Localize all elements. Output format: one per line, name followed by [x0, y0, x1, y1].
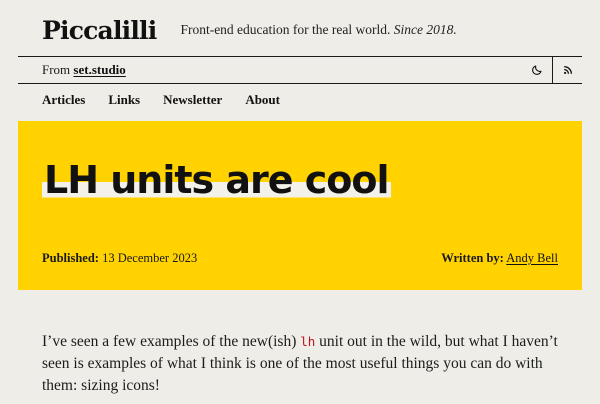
author-label: Written by: [441, 251, 504, 265]
rss-icon [563, 66, 572, 74]
nav-about[interactable]: About [245, 92, 280, 108]
masthead: Piccalilli Front-end education for the r… [42, 14, 582, 46]
published-meta: Published: 13 December 2023 [42, 251, 197, 266]
utility-strip: From set.studio [18, 56, 582, 84]
article-title: LH units are cool [42, 158, 391, 202]
published-date: 13 December 2023 [102, 251, 198, 265]
from-prefix: From [42, 62, 71, 77]
site-tagline: Front-end education for the real world. … [180, 22, 456, 38]
theme-toggle-button[interactable] [522, 56, 552, 84]
from-credit: From set.studio [42, 62, 126, 78]
site-logo[interactable]: Piccalilli [42, 16, 157, 45]
tagline-since: Since 2018. [393, 22, 457, 37]
nav-links[interactable]: Links [108, 92, 140, 108]
published-label: Published: [42, 251, 99, 265]
rss-button[interactable] [552, 56, 582, 84]
set-studio-link[interactable]: set.studio [73, 62, 125, 77]
lh-code: lh [300, 334, 316, 349]
nav-newsletter[interactable]: Newsletter [163, 92, 222, 108]
moon-icon [532, 65, 542, 75]
main-nav: Articles Links Newsletter About [42, 92, 303, 108]
article-hero: LH units are cool Published: 13 December… [18, 121, 582, 290]
author-link[interactable]: Andy Bell [506, 251, 558, 265]
tagline-text: Front-end education for the real world. [180, 22, 391, 37]
article-intro: I’ve seen a few examples of the new(ish)… [42, 331, 560, 397]
intro-before: I’ve seen a few examples of the new(ish) [42, 333, 297, 350]
author-meta: Written by: Andy Bell [441, 251, 558, 266]
nav-articles[interactable]: Articles [42, 92, 85, 108]
